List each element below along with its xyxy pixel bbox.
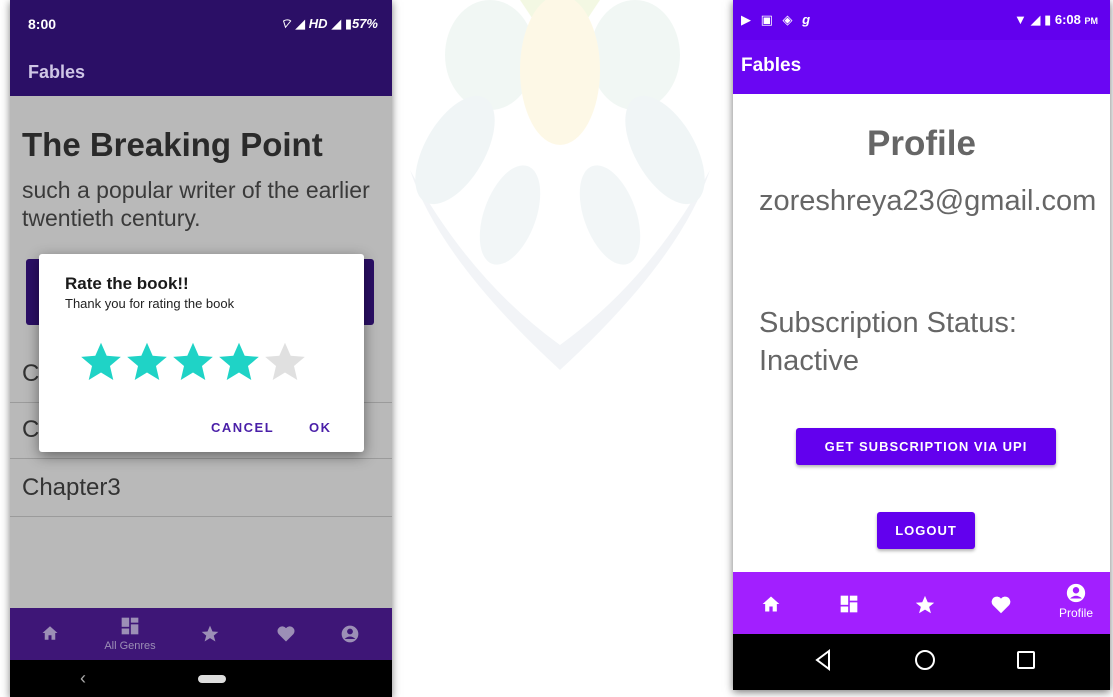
star-filled-icon[interactable]: [125, 340, 169, 384]
chapter-label: Chapter3: [22, 474, 121, 501]
location-icon: ◈: [782, 12, 796, 27]
profile-content: Profile zoreshreya23@gmail.com Subscript…: [733, 94, 1110, 572]
battery-level: 57%: [351, 16, 378, 31]
cancel-button[interactable]: CANCEL: [211, 420, 274, 435]
subscription-status: Subscription Status: Inactive: [759, 304, 1099, 380]
nav-home[interactable]: [20, 608, 80, 660]
profile-icon: [341, 625, 359, 643]
status-icons: ⌔ ◢ HD ◢ ▮57%: [279, 16, 378, 32]
system-navigation: ‹: [10, 660, 392, 697]
home-icon: [42, 626, 58, 640]
book-title: The Breaking Point: [22, 126, 323, 163]
wifi-icon: ⌔: [279, 16, 292, 31]
app-notification-icon: g: [802, 12, 814, 27]
dialog-message: Thank you for rating the book: [65, 296, 235, 311]
wifi-icon: ▼: [1013, 12, 1027, 27]
back-icon[interactable]: [813, 648, 833, 672]
signal-icon-2: ◢: [331, 16, 342, 31]
grid-icon: [840, 595, 858, 613]
recents-icon[interactable]: [1015, 648, 1037, 672]
home-icon[interactable]: [913, 648, 937, 672]
phone-profile-screen: ▶ ▣ ◈ g ▼ ◢ ▮ 6:08 PM Fables Profile zor…: [733, 0, 1110, 690]
heart-icon: [277, 626, 295, 642]
star-filled-icon[interactable]: [217, 340, 261, 384]
dialog-title: Rate the book!!: [65, 274, 189, 293]
phone-rating-screen: 8:00 ⌔ ◢ HD ◢ ▮57% Fables The Breaking P…: [10, 0, 392, 697]
battery-icon: ▮: [344, 16, 352, 31]
bottom-navigation: All Genres: [10, 608, 392, 660]
system-navigation: [733, 634, 1110, 690]
grid-icon: [121, 617, 139, 635]
nav-liked[interactable]: [971, 572, 1031, 634]
star-icon: [915, 595, 935, 614]
page-title: Profile: [867, 124, 976, 163]
nav-all-genres[interactable]: [819, 572, 879, 634]
nav-profile[interactable]: Profile: [1046, 572, 1106, 634]
chapter-label: C: [22, 416, 40, 443]
get-subscription-button[interactable]: GET SUBSCRIPTION VIA UPI: [796, 428, 1056, 465]
home-icon: [762, 596, 780, 612]
status-time: 6:08: [1054, 12, 1081, 27]
bottom-navigation: Profile: [733, 572, 1110, 634]
chapter-item[interactable]: Chapter3: [10, 460, 392, 517]
app-bar: Fables: [10, 48, 392, 96]
nav-label: Profile: [1058, 606, 1093, 620]
status-time: 8:00: [28, 16, 57, 32]
nav-liked[interactable]: [256, 608, 316, 660]
nav-favorites[interactable]: [895, 572, 955, 634]
signal-icon: ◢: [1030, 12, 1041, 27]
nav-label: All Genres: [104, 640, 156, 652]
app-bar: Fables: [733, 40, 1110, 94]
heart-icon: [991, 596, 1011, 614]
network-type: HD: [308, 16, 328, 31]
notification-icons: ▶ ▣ ◈ g: [741, 12, 813, 28]
book-description: such a popular writer of the earlier twe…: [22, 177, 370, 231]
signal-icon: ◢: [295, 16, 306, 31]
status-bar: 8:00 ⌔ ◢ HD ◢ ▮57%: [10, 0, 392, 48]
watermark-logo: [410, 0, 710, 370]
home-gesture-pill[interactable]: [198, 675, 226, 683]
star-filled-icon[interactable]: [171, 340, 215, 384]
gallery-icon: ▣: [760, 12, 776, 27]
status-right: ▼ ◢ ▮ 6:08 PM: [1014, 12, 1098, 28]
star-filled-icon[interactable]: [79, 340, 123, 384]
battery-icon: ▮: [1044, 12, 1052, 27]
subscription-value: Inactive: [759, 345, 859, 377]
status-bar: ▶ ▣ ◈ g ▼ ◢ ▮ 6:08 PM: [733, 0, 1110, 40]
app-title: Fables: [741, 55, 802, 76]
rating-screen: 8:00 ⌔ ◢ HD ◢ ▮57% Fables The Breaking P…: [10, 0, 392, 697]
app-title: Fables: [28, 62, 86, 82]
star-empty-icon[interactable]: [263, 340, 307, 384]
user-email: zoreshreya23@gmail.com: [759, 185, 1097, 217]
star-icon: [201, 625, 219, 642]
nav-all-genres[interactable]: All Genres: [100, 608, 160, 660]
rating-dialog: Rate the book!! Thank you for rating the…: [39, 254, 364, 452]
status-time-suffix: PM: [1084, 16, 1099, 26]
chapter-label: C: [22, 360, 40, 387]
youtube-icon: ▶: [741, 12, 754, 27]
back-icon[interactable]: ‹: [80, 668, 86, 689]
profile-icon: [1066, 583, 1086, 603]
nav-profile[interactable]: [320, 608, 380, 660]
logout-button[interactable]: LOGOUT: [877, 512, 975, 549]
rating-bar[interactable]: [79, 340, 329, 384]
nav-home[interactable]: [741, 572, 801, 634]
subscription-label: Subscription Status:: [759, 307, 1017, 339]
nav-favorites[interactable]: [180, 608, 240, 660]
ok-button[interactable]: OK: [309, 420, 332, 435]
